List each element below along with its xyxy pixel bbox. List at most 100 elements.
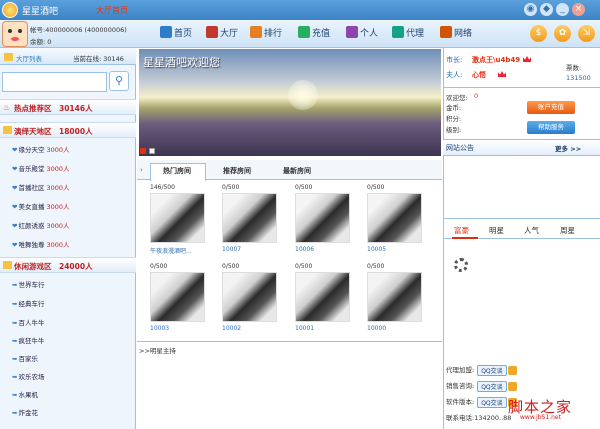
contact-sales: 销售咨询: QQ交谈 [446,380,517,392]
room-card[interactable]: 0/500 10006 [295,184,350,253]
avatar[interactable] [2,21,28,47]
room-thumbnail [367,272,422,322]
gold-label: 金币: [446,104,462,112]
arrow-icon: ➥ [12,319,18,327]
recharge-button[interactable]: 账户充值 [527,101,575,114]
list-item[interactable]: ❤缘分天空 3000人 [12,144,70,154]
qq-chat-button[interactable]: QQ交谈 [477,364,507,376]
contact-phone: 联系电话:134200..88 [446,414,512,422]
list-item[interactable]: ➥欢乐农场 [12,371,44,381]
room-card[interactable]: 0/500 10000 [367,263,422,332]
list-item[interactable]: ➥百人牛牛 [12,317,44,327]
mayor-name[interactable]: 激点王\u4b49 [472,55,520,65]
list-item[interactable]: ❤唯舞独尊 3000人 [12,239,70,249]
crown-icon [498,70,506,78]
person-icon [346,26,358,38]
list-item[interactable]: ➥世界车行 [12,279,44,289]
nav-agent[interactable]: 代理 [392,26,424,39]
more-link[interactable]: 更多 >> [555,143,581,153]
room-card[interactable]: 0/500 10002 [222,263,277,332]
wife-name[interactable]: 心悟 [472,70,486,80]
notice-title: 网站公告 [446,144,474,152]
room-name: 10003 [150,325,170,332]
nav-profile[interactable]: 个人 [346,26,378,39]
section-name: 演绎天地区 [14,127,52,136]
wife-label: 夫人: [446,71,463,79]
stars-header[interactable]: >>明星主持 [139,345,176,355]
close-button[interactable]: × [572,3,585,16]
help-button[interactable]: 帮助服务 [527,121,575,134]
room-card[interactable]: 0/500 10001 [295,263,350,332]
room-count: 146/500 [150,184,175,191]
list-item[interactable]: ➥百家乐 [12,353,38,363]
mouth-icon [11,37,19,41]
room-thumbnail [150,272,205,322]
arrow-icon: ➥ [12,373,18,381]
sidebar-title: 大厅列表 [16,55,42,63]
room-name: 10005 [367,246,387,253]
room-name: 午夜浪漫酒吧... [150,248,192,255]
slide-dot[interactable] [140,148,146,154]
tab-hot-rooms[interactable]: 热门房间 [163,166,191,176]
list-item[interactable]: ➥水果机 [12,389,38,399]
list-item[interactable]: ➥经典车行 [12,298,44,308]
qq-chat-button[interactable]: QQ交谈 [477,396,507,408]
room-name: 10001 [295,325,315,332]
coin-icon [298,26,310,38]
room-card[interactable]: 0/500 10005 [367,184,422,253]
eye-icon [8,29,12,33]
user-id: 帐号:400000006 (400000006) [30,26,127,34]
list-item[interactable]: ❤音乐殿堂 3000人 [12,163,70,173]
dropdown-arrow-icon[interactable] [507,381,517,391]
nav-lobby[interactable]: 大厅 [206,26,238,39]
welcome-value: 0 [474,92,479,100]
room-card[interactable]: 0/500 10003 [150,263,205,332]
contact-agent: 代理加盟: QQ交谈 [446,364,517,376]
nav-home[interactable]: 首页 [160,26,192,39]
tab-popular[interactable]: 人气 [524,225,539,236]
room-card[interactable]: 146/500 午夜浪漫酒吧... [150,184,205,255]
tab-star[interactable]: 明星 [489,225,504,236]
minimize-button[interactable]: _ [556,3,569,16]
room-card[interactable]: 0/500 10007 [222,184,277,253]
nav-network[interactable]: 网络 [440,26,472,39]
tab-recommended-rooms[interactable]: 推荐房间 [223,166,251,176]
list-item[interactable]: ➥疯狂牛牛 [12,335,44,345]
room-count: 0/500 [222,263,240,270]
settings-icon[interactable]: ◉ [524,3,537,16]
watermark-url: www.jb51.net [520,414,561,421]
list-item[interactable]: ➥炸金花 [12,407,38,417]
tab-rich[interactable]: 富豪 [454,225,469,236]
section-count: 30146人 [59,104,93,113]
room-name: 10007 [222,246,242,253]
folder-icon [3,126,12,134]
network-icon [440,26,452,38]
lobby-title[interactable]: 大厅首页 [96,5,128,16]
room-count: 0/500 [295,263,313,270]
search-button[interactable]: ⚲ [109,71,129,91]
people-icon [392,26,404,38]
exit-icon[interactable]: ⇲ [578,25,595,42]
room-thumbnail [295,272,350,322]
skin-icon[interactable]: ◆ [540,3,553,16]
heart-icon: ❤ [12,146,18,154]
nav-recharge[interactable]: 充值 [298,26,330,39]
tab-weekly[interactable]: 周星 [560,225,575,236]
chevron-right-icon[interactable]: › [140,166,143,174]
slide-dot[interactable] [149,148,155,154]
gear-icon[interactable]: ✿ [554,25,571,42]
arrow-icon: ➥ [12,409,18,417]
home-icon [160,26,172,38]
room-thumbnail [222,193,277,243]
list-item[interactable]: ❤美女直播 3000人 [12,201,70,211]
qq-chat-button[interactable]: QQ交谈 [477,380,507,392]
tab-new-rooms[interactable]: 最新房间 [283,166,311,176]
title-bar [0,0,600,20]
dropdown-arrow-icon[interactable] [507,365,517,375]
rank-tab-indicator [452,237,478,239]
list-item[interactable]: ❤首播社区 3000人 [12,182,70,192]
search-input[interactable] [2,72,107,92]
nav-ranking[interactable]: 排行 [250,26,282,39]
dollar-icon[interactable]: $ [530,25,547,42]
list-item[interactable]: ❤红颜诱惑 3000人 [12,220,70,230]
